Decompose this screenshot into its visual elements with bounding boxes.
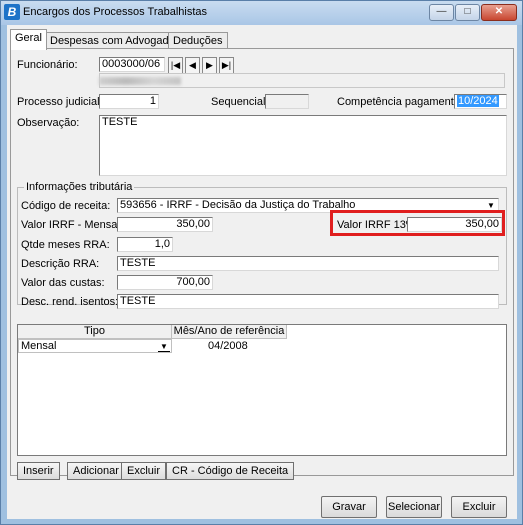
referencia-grid: Tipo Mês/Ano de referência Mensal ▼ 04/2… [17, 324, 507, 456]
irrf-mensal-input[interactable]: 350,00 [117, 217, 213, 232]
window-title: Encargos dos Processos Trabalhistas [23, 6, 208, 18]
referencia-cell: 04/2008 [208, 340, 248, 352]
tab-geral[interactable]: Geral [10, 29, 47, 50]
gravar-button[interactable]: Gravar [321, 496, 377, 518]
codigo-receita-button[interactable]: CR - Código de Receita [166, 462, 295, 480]
tab-panel-geral: Funcionário: 0003000/06 |◀ ◀ ▶ ▶| Proces… [10, 48, 514, 480]
funcionario-name-blurred [99, 77, 181, 85]
selecionar-button[interactable]: Selecionar [386, 496, 442, 518]
competencia-label: Competência pagamento: [337, 96, 463, 108]
highlight-box [330, 210, 505, 236]
irrf-mensal-label: Valor IRRF - Mensal: [21, 219, 123, 231]
excluir-button[interactable]: Excluir [451, 496, 507, 518]
app-window: B Encargos dos Processos Trabalhistas — … [0, 0, 523, 525]
desc-rend-isentos-input[interactable]: TESTE [117, 294, 499, 309]
grid-header-tipo[interactable]: Tipo [18, 325, 172, 339]
qtde-meses-rra-label: Qtde meses RRA: [21, 239, 110, 251]
previous-record-button[interactable]: ◀ [185, 57, 200, 74]
sequencial-label: Sequencial: [211, 96, 269, 108]
excluir-row-button[interactable]: Excluir [121, 462, 167, 480]
funcionario-label: Funcionário: [17, 59, 78, 71]
grid-header-referencia[interactable]: Mês/Ano de referência [172, 325, 287, 339]
tipo-cell: Mensal [21, 340, 57, 352]
group-title: Informações tributária [24, 181, 135, 193]
qtde-meses-rra-input[interactable]: 1,0 [117, 237, 173, 252]
codigo-receita-label: Código de receita: [21, 200, 111, 212]
app-icon: B [4, 4, 20, 20]
adicionar-button[interactable]: Adicionar [67, 462, 125, 480]
next-record-button[interactable]: ▶ [202, 57, 217, 74]
funcionario-input[interactable]: 0003000/06 [99, 57, 165, 72]
processo-judicial-input[interactable]: 1 [99, 94, 159, 109]
valor-custas-label: Valor das custas: [21, 277, 105, 289]
minimize-button[interactable]: — [429, 4, 454, 21]
competencia-value: 10/2024 [457, 95, 499, 107]
processo-judicial-label: Processo judicial: [17, 96, 103, 108]
descricao-rra-input[interactable]: TESTE [117, 256, 499, 271]
last-record-button[interactable]: ▶| [219, 57, 234, 74]
competencia-input[interactable]: 10/2024 [454, 94, 507, 109]
desc-rend-isentos-label: Desc. rend. isentos: [21, 296, 119, 308]
window-client: Geral Despesas com Advogados Deduções Fu… [7, 25, 517, 519]
observacao-label: Observação: [17, 117, 80, 129]
sequencial-input[interactable] [265, 94, 309, 109]
maximize-button[interactable]: □ [455, 4, 480, 21]
tab-despesas-advogados[interactable]: Despesas com Advogados [45, 32, 186, 49]
descricao-rra-label: Descrição RRA: [21, 258, 100, 270]
close-button[interactable]: ✕ [481, 4, 517, 21]
first-record-button[interactable]: |◀ [168, 57, 183, 74]
inserir-button[interactable]: Inserir [17, 462, 60, 480]
observacao-textarea[interactable]: TESTE [99, 115, 507, 176]
title-bar[interactable]: B Encargos dos Processos Trabalhistas — … [1, 1, 522, 25]
tipo-select[interactable]: Mensal ▼ [18, 339, 172, 353]
valor-custas-input[interactable]: 700,00 [117, 275, 213, 290]
tab-deducoes[interactable]: Deduções [168, 32, 228, 49]
codigo-receita-value: 593656 - IRRF - Decisão da Justiça do Tr… [120, 199, 356, 211]
chevron-down-icon[interactable]: ▼ [158, 341, 170, 352]
